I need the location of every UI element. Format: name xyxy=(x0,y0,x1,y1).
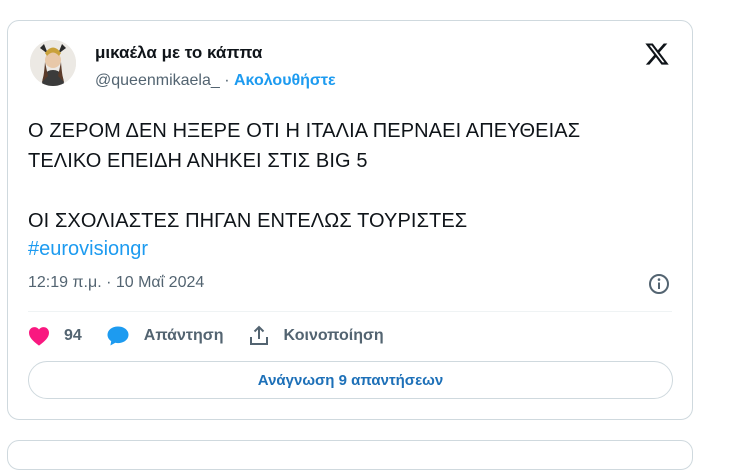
heart-icon xyxy=(29,327,49,346)
like-button[interactable]: 94 xyxy=(28,326,82,346)
divider xyxy=(28,311,672,312)
share-label: Κοινοποίηση xyxy=(283,327,384,344)
handle-row: @queenmikaela_ · Ακολουθήστε xyxy=(95,72,336,90)
reply-button[interactable]: Απάντηση xyxy=(106,325,224,347)
read-replies-button[interactable]: Ανάγνωση 9 απαντήσεων xyxy=(28,361,673,399)
share-button[interactable]: Κοινοποίηση xyxy=(248,325,384,347)
share-icon xyxy=(249,325,268,345)
follow-link[interactable]: Ακολουθήστε xyxy=(234,72,336,89)
display-name[interactable]: μικαέλα με το κάππα xyxy=(95,43,262,63)
like-count: 94 xyxy=(64,327,82,344)
separator-dot: · xyxy=(224,72,230,89)
x-logo-icon[interactable] xyxy=(644,41,670,67)
reply-bubble-icon xyxy=(107,326,129,346)
hashtag-link[interactable]: #eurovisiongr xyxy=(28,234,148,264)
avatar[interactable] xyxy=(30,40,76,86)
info-icon[interactable] xyxy=(648,273,670,295)
action-bar: 94 Απάντηση Κοινοποίηση xyxy=(28,321,408,351)
next-tweet-card xyxy=(7,440,693,470)
timestamp[interactable]: 12:19 π.μ. · 10 Μαΐ 2024 xyxy=(28,274,204,292)
tweet-text: Ο ΖΕΡΟΜ ΔΕΝ ΗΞΕΡΕ ΟΤΙ Η ΙΤΑΛΙΑ ΠΕΡΝΑΕΙ Α… xyxy=(28,120,581,232)
user-handle[interactable]: @queenmikaela_ xyxy=(95,72,220,89)
tweet-card: μικαέλα με το κάππα @queenmikaela_ · Ακο… xyxy=(7,20,693,420)
reply-label: Απάντηση xyxy=(143,327,224,344)
